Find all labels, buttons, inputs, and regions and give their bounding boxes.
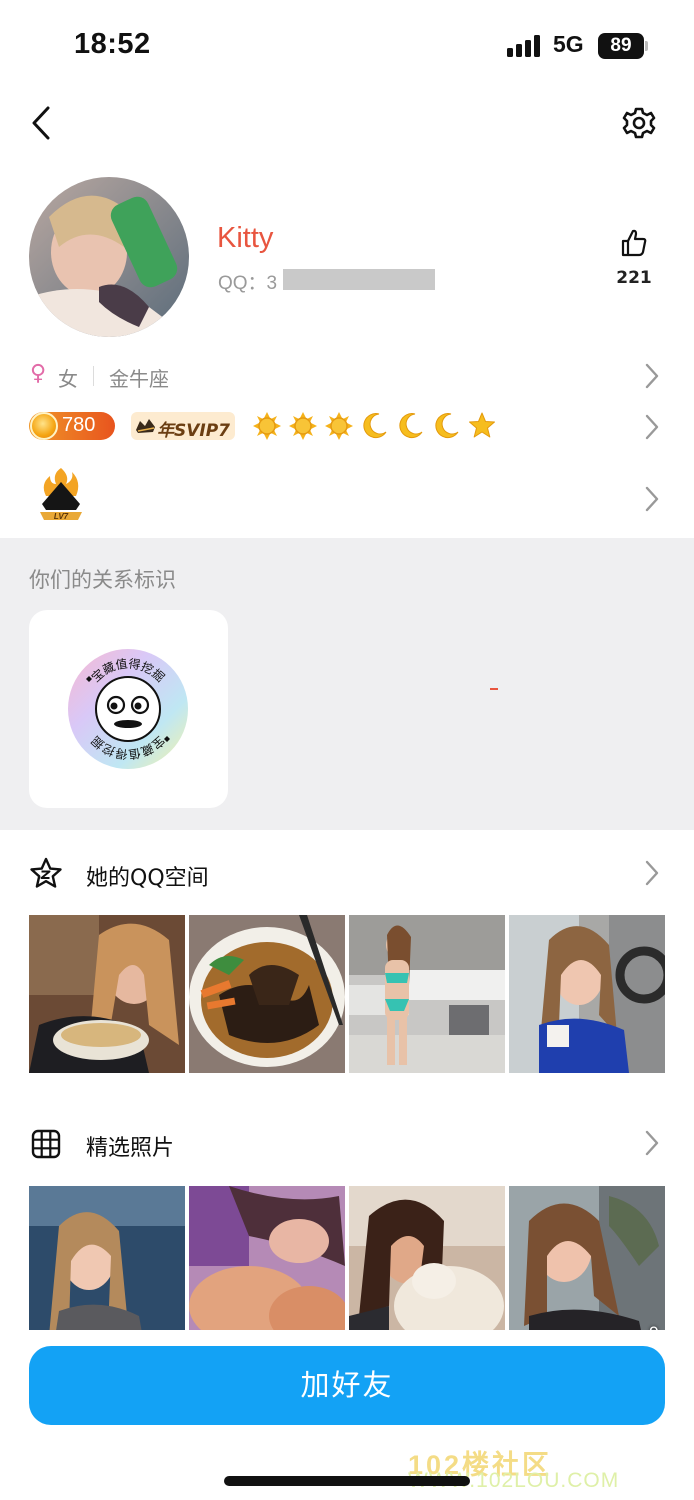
qzone-photo[interactable] bbox=[29, 915, 185, 1073]
back-icon[interactable] bbox=[22, 100, 62, 146]
add-friend-button[interactable]: 加好友 bbox=[29, 1346, 665, 1425]
moon-icon bbox=[399, 413, 423, 439]
battery-icon: 89 bbox=[598, 33, 644, 59]
svip-badge: 年SVIP7 bbox=[131, 412, 235, 441]
star-icon bbox=[469, 412, 495, 438]
thumbs-up-icon bbox=[621, 229, 647, 257]
qzone-title: 她的QQ空间 bbox=[86, 866, 209, 891]
lv-badge-icon: LV7 bbox=[40, 468, 82, 521]
chevron-right-icon bbox=[645, 1130, 659, 1156]
featured-photo[interactable] bbox=[29, 1186, 185, 1344]
coin-value: 780 bbox=[62, 414, 96, 436]
divider bbox=[93, 366, 94, 386]
sun-icon bbox=[289, 412, 317, 440]
sun-icon bbox=[325, 412, 353, 440]
lv-badge-text: LV7 bbox=[54, 512, 69, 521]
moon-icon bbox=[363, 413, 387, 439]
relationship-section: 你们的关系标识 宝藏值得挖掘 宝藏值得挖掘 bbox=[0, 538, 694, 830]
qq-label: QQ：3 bbox=[218, 273, 278, 294]
signal-icon bbox=[507, 35, 543, 57]
featured-photo-grid: 9 bbox=[29, 1186, 666, 1344]
featured-photos-row[interactable]: 精选照片 bbox=[0, 1115, 694, 1171]
qq-number-mask bbox=[283, 269, 435, 290]
qzone-photo-grid bbox=[29, 915, 666, 1073]
crown-icon bbox=[136, 419, 155, 433]
status-time: 18:52 bbox=[74, 28, 151, 60]
game-level-row[interactable]: LV7 bbox=[0, 466, 694, 530]
qzone-row[interactable]: 她的QQ空间 bbox=[0, 845, 694, 901]
chevron-right-icon bbox=[645, 363, 659, 389]
featured-photos-title: 精选照片 bbox=[86, 1136, 175, 1161]
sun-icon bbox=[253, 412, 281, 440]
battery-tip bbox=[645, 41, 648, 51]
gear-icon[interactable] bbox=[618, 100, 660, 146]
gender-label: 女 bbox=[58, 367, 78, 391]
relationship-medal-card[interactable]: 宝藏值得挖掘 宝藏值得挖掘 bbox=[29, 610, 228, 808]
relationship-title: 你们的关系标识 bbox=[29, 568, 176, 592]
grid-icon bbox=[31, 1129, 61, 1159]
svip-label: 年SVIP7 bbox=[157, 421, 231, 441]
chevron-right-icon bbox=[645, 414, 659, 440]
decorative-mark bbox=[490, 688, 498, 690]
qzone-photo[interactable] bbox=[349, 915, 505, 1073]
moon-icon bbox=[435, 413, 459, 439]
basic-info-row[interactable]: ♀ 女 金牛座 bbox=[0, 358, 694, 394]
coin-badge: 780 bbox=[29, 412, 115, 440]
featured-photo[interactable] bbox=[189, 1186, 345, 1344]
home-indicator[interactable] bbox=[224, 1476, 470, 1486]
chevron-right-icon bbox=[645, 486, 659, 512]
like-count: 221 bbox=[616, 268, 652, 288]
treasure-medal-icon: 宝藏值得挖掘 宝藏值得挖掘 bbox=[68, 649, 188, 769]
zodiac-label: 金牛座 bbox=[109, 367, 169, 391]
vip-level-row[interactable]: 780 年SVIP7 bbox=[0, 408, 694, 448]
nickname: Kitty bbox=[217, 222, 274, 254]
network-type: 5G bbox=[553, 31, 584, 57]
qzone-star-icon bbox=[30, 857, 62, 888]
qzone-photo[interactable] bbox=[509, 915, 665, 1073]
qzone-photo[interactable] bbox=[189, 915, 345, 1073]
female-icon: ♀ bbox=[30, 361, 47, 386]
coin-icon bbox=[30, 412, 58, 440]
like-button[interactable]: 221 bbox=[605, 226, 663, 292]
status-bar: 18:52 5G 89 bbox=[0, 0, 694, 90]
featured-photo[interactable]: 9 bbox=[509, 1186, 665, 1344]
featured-photo[interactable] bbox=[349, 1186, 505, 1344]
chevron-right-icon bbox=[645, 860, 659, 886]
avatar[interactable] bbox=[29, 177, 189, 337]
